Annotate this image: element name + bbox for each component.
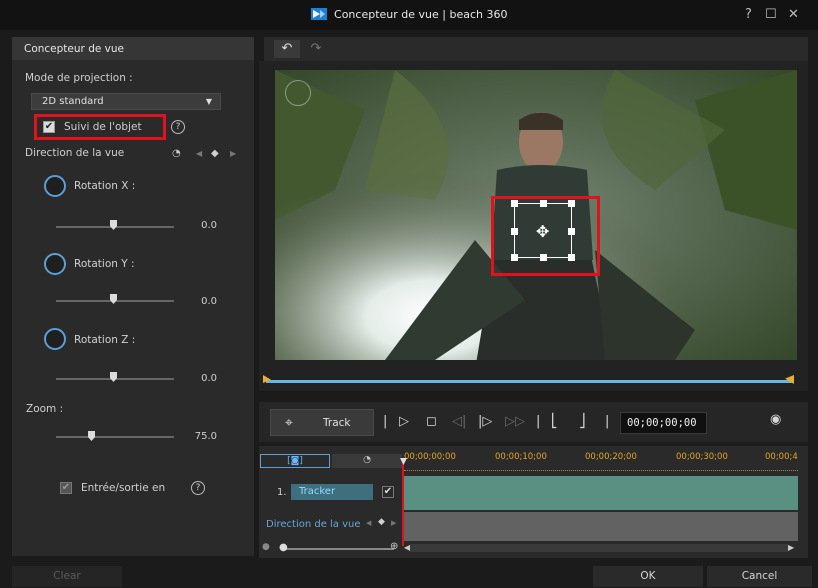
tracker-label[interactable]: Tracker [291, 484, 373, 500]
cancel-button[interactable]: Cancel [707, 566, 812, 587]
window-title-area: Concepteur de vue | beach 360 [0, 8, 818, 21]
zoom-in-icon[interactable]: ⊕ [390, 541, 398, 552]
divider: | [383, 414, 388, 429]
view-direction-label: Direction de la vue [25, 147, 125, 159]
next-frame-button[interactable]: |▷ [478, 414, 492, 429]
projection-mode-value: 2D standard [42, 96, 104, 107]
timeline-scrollbar[interactable] [410, 544, 788, 552]
entry-exit-label: Entrée/sortie en [81, 482, 166, 494]
resize-handle[interactable] [511, 254, 518, 261]
clear-button[interactable]: Clear [12, 566, 122, 587]
next-keyframe-icon[interactable]: ▶ [230, 149, 236, 158]
rotation-x-icon [44, 175, 66, 197]
tracker-enable-checkbox[interactable]: ✔ [382, 486, 394, 498]
zoom-label: Zoom : [26, 403, 64, 415]
ruler-label-1: 00;00;10;00 [495, 452, 547, 462]
divider: | [536, 414, 541, 429]
title-bar: Concepteur de vue | beach 360 ? ☐ ✕ [0, 0, 818, 30]
resize-handle[interactable] [511, 200, 518, 207]
playhead[interactable] [402, 462, 404, 546]
previous-frame-button[interactable]: ◁| [452, 414, 466, 429]
help-icon[interactable]: ? [191, 481, 205, 495]
ok-button[interactable]: OK [593, 566, 703, 587]
tracking-box[interactable]: ✥ [511, 200, 575, 261]
resize-handle[interactable] [568, 254, 575, 261]
panel-header: Concepteur de vue [12, 37, 254, 60]
resize-handle[interactable] [540, 200, 547, 207]
tab-keyframes[interactable]: ◔ [332, 454, 402, 468]
help-window-button[interactable]: ? [745, 7, 752, 22]
projection-mode-dropdown[interactable]: 2D standard ▼ [31, 93, 221, 110]
redo-button[interactable]: ↷ [303, 40, 329, 58]
rotation-x-value: 0.0 [201, 220, 217, 231]
tab-view-tracks[interactable]: [◙] [260, 454, 330, 468]
ruler-label-2: 00;00;20;00 [585, 452, 637, 462]
undo-button[interactable]: ↶ [274, 40, 300, 58]
mark-in-button[interactable]: ⎣ [551, 414, 558, 429]
rotation-y-label: Rotation Y : [74, 258, 135, 270]
ruler-label-0: 00;00;00;00 [404, 452, 456, 462]
rotation-y-icon [44, 253, 66, 275]
resize-handle[interactable] [540, 254, 547, 261]
360-navigation-icon[interactable] [285, 80, 311, 106]
maximize-button[interactable]: ☐ [765, 7, 777, 22]
timeline-ruler[interactable] [404, 465, 798, 471]
help-icon[interactable]: ? [171, 120, 185, 134]
resize-handle[interactable] [568, 228, 575, 235]
stopwatch-icon[interactable]: ◔ [172, 148, 181, 159]
add-keyframe-icon[interactable]: ◆ [378, 517, 385, 527]
view-direction-clip[interactable] [404, 512, 798, 541]
resize-handle[interactable] [568, 200, 575, 207]
fast-forward-button[interactable]: ▷▷ [505, 414, 525, 429]
rotation-x-label: Rotation X : [74, 180, 136, 192]
trim-bar[interactable] [266, 380, 792, 383]
tracker-clip[interactable] [404, 476, 798, 510]
move-icon[interactable]: ✥ [536, 222, 549, 241]
stop-button[interactable]: ◻ [426, 414, 437, 429]
timecode-display: 00;00;00;00 [620, 412, 707, 434]
entry-exit-checkbox[interactable]: ✔ [60, 482, 72, 494]
rotation-z-label: Rotation Z : [74, 334, 136, 346]
scroll-right-icon[interactable]: ▶ [788, 543, 794, 552]
ruler-label-4: 00;00;4 [765, 452, 798, 462]
view-360-icon[interactable]: ◉ [770, 412, 781, 427]
divider: | [605, 414, 610, 429]
timeline-zoom-thumb[interactable]: ● [279, 542, 288, 553]
undo-toolbar [264, 37, 808, 61]
follow-object-checkbox[interactable]: ✔ [43, 121, 55, 133]
resize-handle[interactable] [511, 228, 518, 235]
timeline-zoom-slider[interactable] [282, 548, 394, 550]
tracker-index: 1. [277, 487, 287, 498]
rotation-z-icon [44, 328, 66, 350]
zoom-value: 75.0 [194, 431, 217, 442]
ruler-label-3: 00;00;30;00 [676, 452, 728, 462]
app-logo-icon [310, 8, 327, 20]
prev-keyframe-icon[interactable]: ◀ [196, 149, 202, 158]
window-title: Concepteur de vue | beach 360 [334, 8, 508, 21]
add-keyframe-icon[interactable]: ◆ [211, 148, 219, 159]
follow-object-label: Suivi de l'objet [64, 121, 142, 133]
play-button[interactable]: ▷ [399, 414, 409, 429]
projection-mode-label: Mode de projection : [25, 72, 133, 84]
zoom-slider[interactable] [56, 436, 174, 438]
track-button[interactable]: ⌖ Track [270, 409, 374, 436]
next-keyframe-icon[interactable]: ▶ [391, 519, 396, 527]
rotation-y-value: 0.0 [201, 296, 217, 307]
close-button[interactable]: ✕ [788, 7, 799, 22]
prev-keyframe-icon[interactable]: ◀ [366, 519, 371, 527]
track-label: Track [323, 417, 351, 429]
view-direction-track-label: Direction de la vue [266, 519, 361, 530]
mark-out-button[interactable]: ⎦ [579, 414, 586, 429]
zoom-out-icon[interactable]: ● [262, 542, 270, 552]
crosshair-icon: ⌖ [285, 415, 293, 431]
rotation-z-value: 0.0 [201, 373, 217, 384]
chevron-down-icon: ▼ [205, 97, 212, 106]
